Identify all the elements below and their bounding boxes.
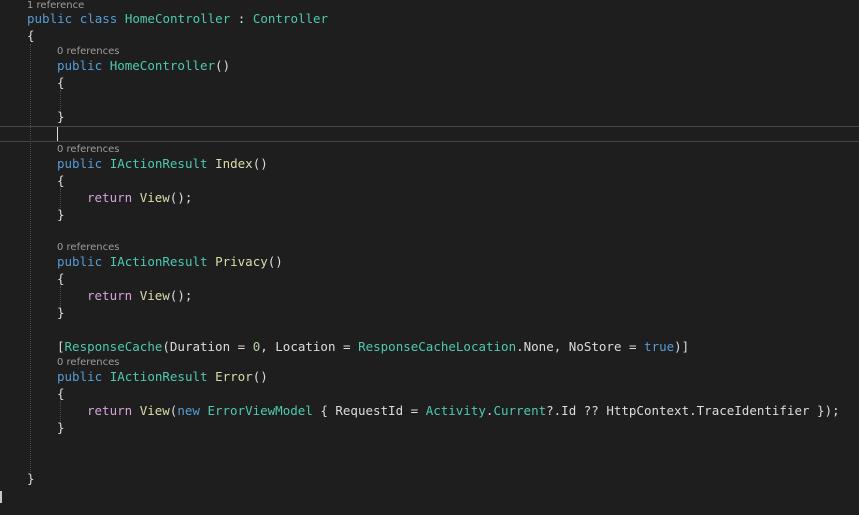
keyword: return [87,403,133,418]
return-type: IActionResult [109,156,208,171]
class-name: HomeController [124,11,231,26]
punctuation: (); [169,288,193,303]
keyword: return [87,190,133,205]
method-name: Privacy [215,254,268,269]
enum-type: ResponseCacheLocation [358,339,517,354]
punctuation: () [267,254,283,269]
code-line-brace[interactable]: { [57,270,65,287]
code-line-return[interactable]: return View(new ErrorViewModel { Request… [87,402,840,419]
method-call: View [139,403,170,418]
return-type: IActionResult [109,369,208,384]
code-line-brace[interactable]: { [27,27,35,44]
text-caret [57,127,58,141]
attribute-args: .None, NoStore = [516,339,645,354]
type-name: Activity [425,403,486,418]
code-line-return[interactable]: return View(); [87,189,192,206]
expression-tail: ?.Id ?? HttpContext.TraceIdentifier }); [546,403,840,418]
constructor-name: HomeController [109,58,216,73]
method-call: View [139,190,170,205]
keyword: public [27,11,73,26]
return-type: IActionResult [109,254,208,269]
punctuation: { RequestId = [320,403,426,418]
outer-brace-mark [0,491,2,503]
type-name: ErrorViewModel [207,403,313,418]
punctuation: () [252,156,268,171]
keyword: public [57,254,103,269]
code-line-brace[interactable]: } [57,304,65,321]
keyword: new [177,403,200,418]
keyword: public [57,156,103,171]
current-line-highlight [0,126,859,142]
method-name: Index [215,156,253,171]
keyword: return [87,288,133,303]
keyword: public [57,369,103,384]
code-line-return[interactable]: return View(); [87,287,192,304]
punctuation: (); [169,190,193,205]
keyword: true [644,339,675,354]
code-line-brace[interactable]: { [57,74,65,91]
code-editor[interactable]: 1 reference public class HomeController … [0,0,859,515]
code-line-brace[interactable]: } [27,470,35,487]
code-line-brace[interactable]: } [57,419,65,436]
code-line-brace[interactable]: } [57,206,65,223]
code-line-attribute[interactable]: [ResponseCache(Duration = 0, Location = … [57,338,689,355]
property-name: Current [493,403,547,418]
code-line-error-method[interactable]: public IActionResult Error() [57,368,268,385]
keyword: class [79,11,118,26]
punctuation: () [252,369,268,384]
code-line-brace[interactable]: } [57,108,65,125]
punctuation: )] [674,339,690,354]
attribute-args: (Duration = [162,339,253,354]
punctuation: () [215,58,231,73]
punctuation: : [237,11,246,26]
indent-guide [30,44,31,472]
base-class-name: Controller [252,11,329,26]
method-call: View [139,288,170,303]
code-line-brace[interactable]: { [57,172,65,189]
code-line-class-declaration[interactable]: public class HomeController : Controller [27,10,328,27]
code-line-constructor[interactable]: public HomeController() [57,57,230,74]
attribute-args: , Location = [260,339,359,354]
keyword: public [57,58,103,73]
code-line-brace[interactable]: { [57,385,65,402]
attribute-name: ResponseCache [64,339,163,354]
punctuation: [ [57,339,65,354]
code-line-privacy-method[interactable]: public IActionResult Privacy() [57,253,283,270]
code-line-index-method[interactable]: public IActionResult Index() [57,155,268,172]
method-name: Error [215,369,253,384]
